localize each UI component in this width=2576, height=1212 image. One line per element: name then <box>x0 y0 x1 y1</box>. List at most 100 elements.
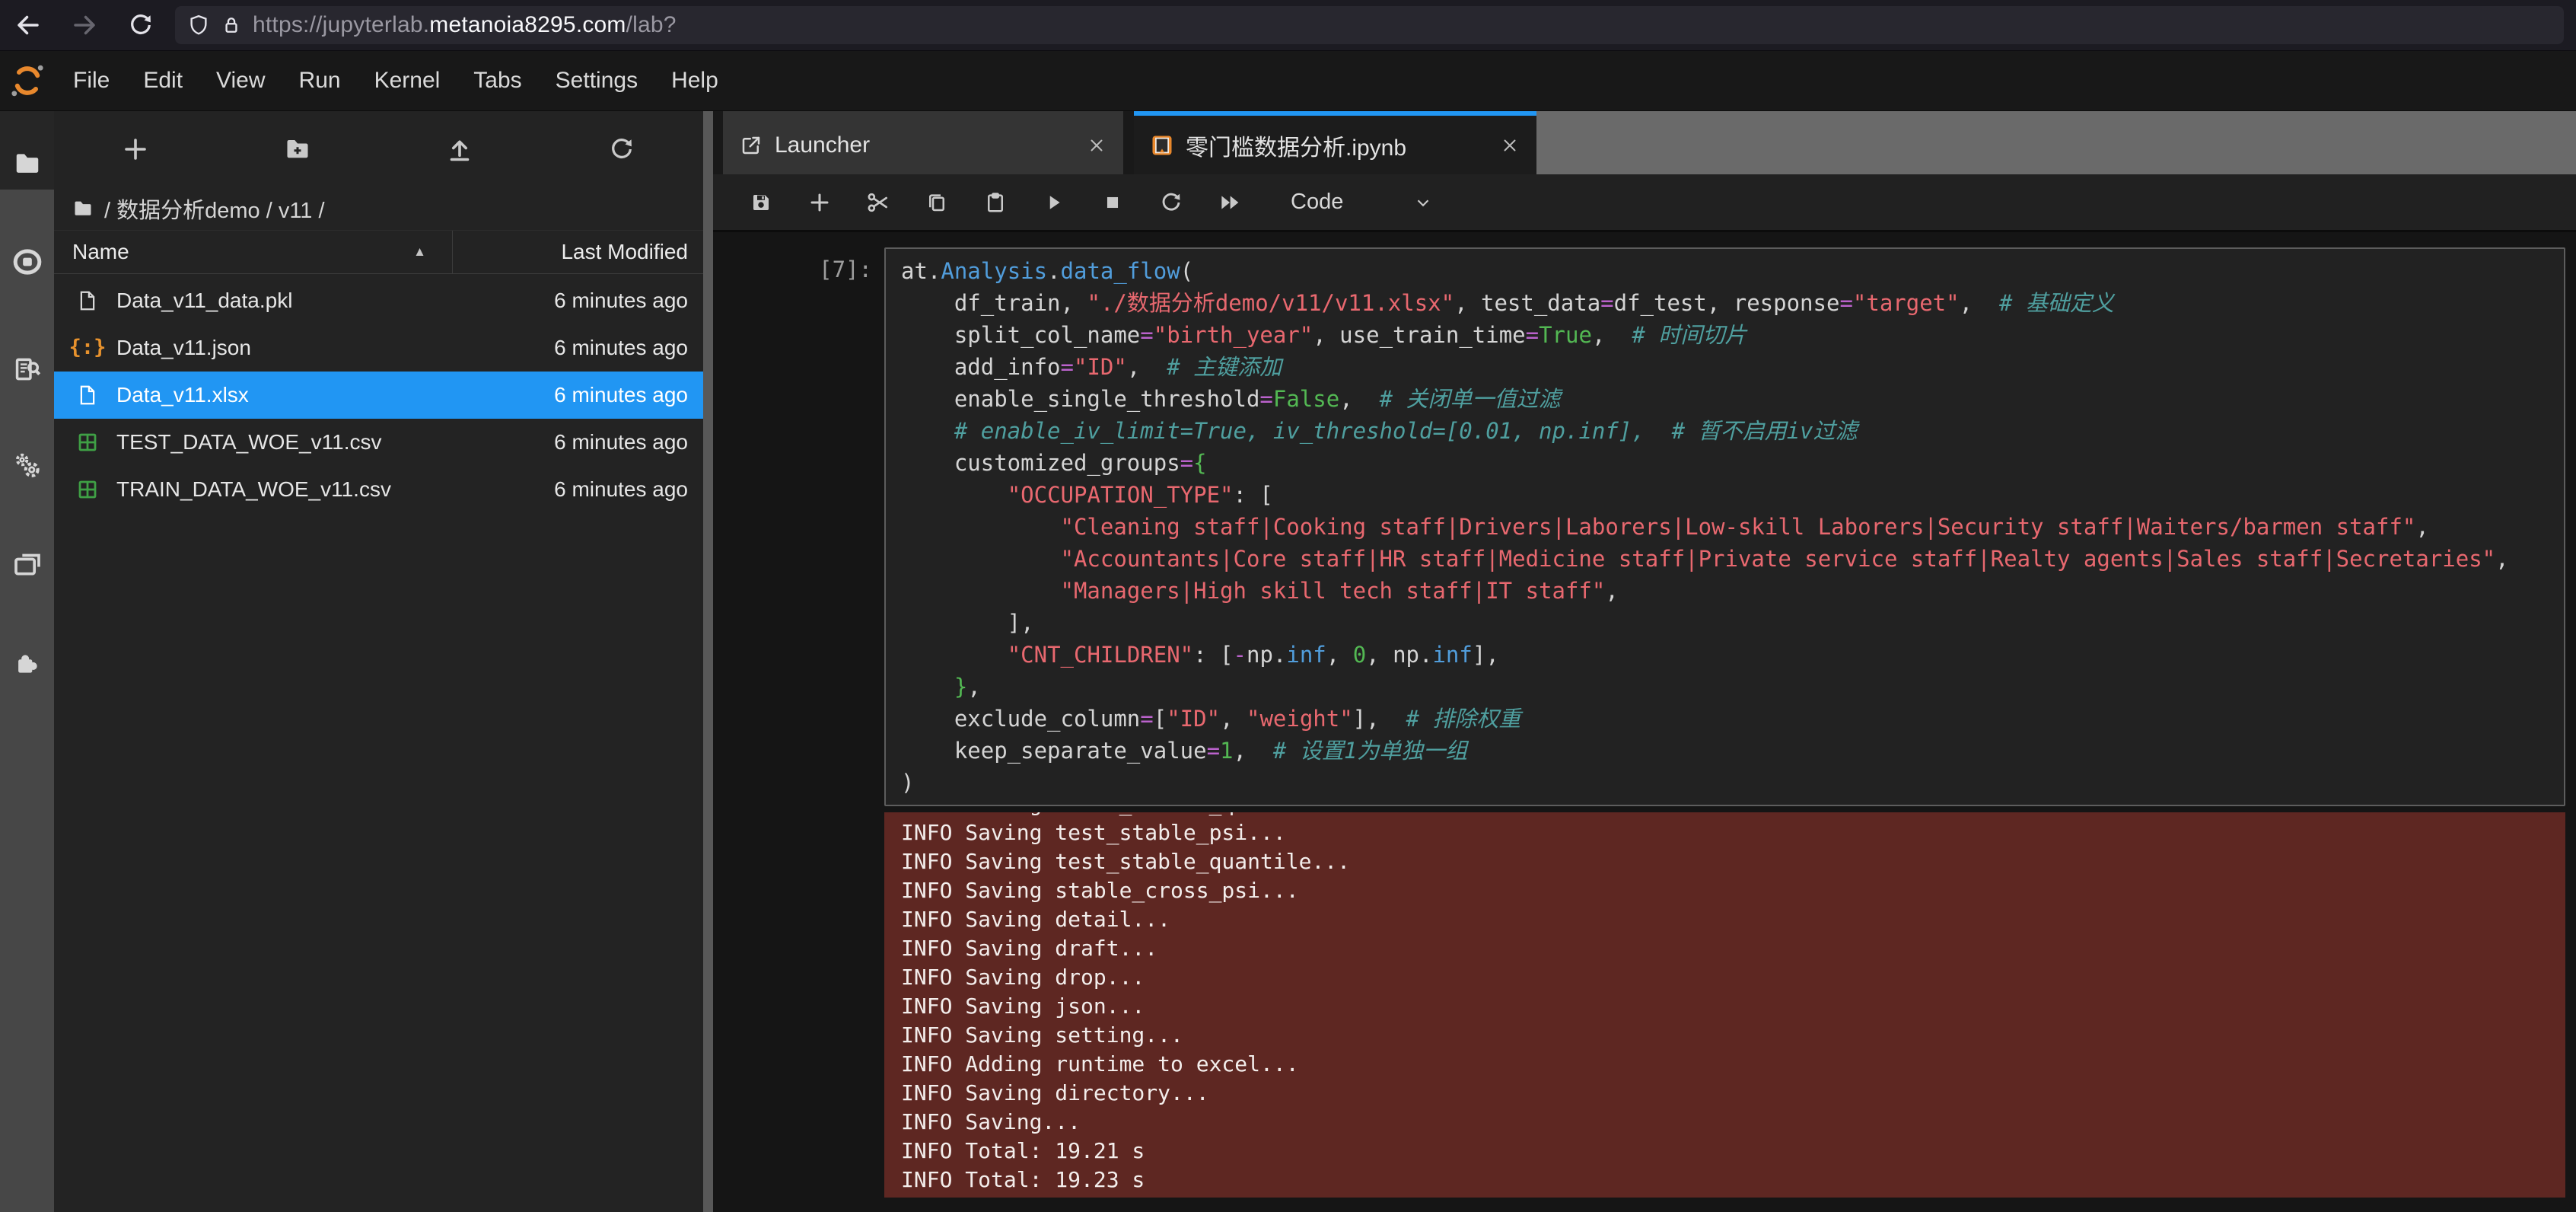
refresh-button[interactable] <box>541 136 703 162</box>
menu-kernel[interactable]: Kernel <box>358 51 457 110</box>
output-line: INFO Saving draft... <box>901 934 2565 963</box>
file-row[interactable]: TRAIN_DATA_WOE_v11.csv 6 minutes ago <box>54 466 703 513</box>
jupyterlab-menu-bar: FileEditViewRunKernelTabsSettingsHelp <box>0 51 2576 111</box>
file-name: Data_v11.json <box>116 336 251 360</box>
output-line: INFO Saving json... <box>901 992 2565 1021</box>
browser-back-button[interactable] <box>0 11 56 39</box>
file-file-icon <box>74 289 101 313</box>
file-row[interactable]: Data_v11.xlsx6 minutes ago <box>54 372 703 419</box>
reload-icon <box>128 12 154 38</box>
file-modified-time: 6 minutes ago <box>554 383 703 407</box>
code-line[interactable]: "Cleaning staff|Cooking staff|Drivers|La… <box>901 511 2564 543</box>
code-line[interactable]: }, <box>901 671 2564 703</box>
code-cell: [7]: at.Analysis.data_flow( df_train, ".… <box>713 247 2576 806</box>
notebook-scroll-area[interactable]: [7]: at.Analysis.data_flow( df_train, ".… <box>713 232 2576 1212</box>
breadcrumb[interactable]: / 数据分析demo / v11 / <box>54 187 703 230</box>
close-tab-icon[interactable] <box>1087 136 1107 155</box>
browser-forward-button[interactable] <box>56 11 113 39</box>
code-line[interactable]: ], <box>901 607 2564 639</box>
execution-prompt: [7]: <box>713 247 884 806</box>
sessions-window-icon[interactable] <box>12 550 43 580</box>
new-launcher-button[interactable] <box>54 136 216 163</box>
restart-kernel-button[interactable] <box>1142 191 1200 214</box>
activity-sidebar <box>0 111 54 1212</box>
code-line[interactable]: "OCCUPATION_TYPE": [ <box>901 479 2564 511</box>
menu-tabs[interactable]: Tabs <box>457 51 538 110</box>
output-line: INFO Saving detail... <box>901 905 2565 934</box>
tab-bar-filler <box>1536 111 2576 174</box>
menu-help[interactable]: Help <box>654 51 735 110</box>
panel-resize-handle[interactable] <box>703 111 713 1212</box>
file-modified-time: 6 minutes ago <box>554 289 703 313</box>
output-line: INFO Total: 19.23 s <box>901 1166 2565 1194</box>
save-button[interactable] <box>731 191 790 214</box>
run-button[interactable] <box>1024 192 1083 213</box>
shield-icon[interactable] <box>187 14 210 37</box>
file-browser-icon[interactable] <box>13 149 42 178</box>
upload-button[interactable] <box>379 136 541 163</box>
output-line: INFO Saving drop... <box>901 963 2565 992</box>
tab-launcher[interactable]: Launcher <box>723 111 1123 174</box>
app-logo-icon <box>9 62 46 99</box>
menu-settings[interactable]: Settings <box>539 51 654 110</box>
breadcrumb-path[interactable]: / 数据分析demo / v11 / <box>104 193 325 225</box>
file-name: Data_v11_data.pkl <box>116 289 292 313</box>
file-row[interactable]: TEST_DATA_WOE_v11.csv6 minutes ago <box>54 419 703 466</box>
new-folder-button[interactable] <box>216 136 378 163</box>
column-header-last-modified[interactable]: Last Modified <box>452 231 703 273</box>
code-line[interactable]: keep_separate_value=1, # 设置1为单独一组 <box>901 735 2564 767</box>
menu-edit[interactable]: Edit <box>126 51 199 110</box>
url-bar[interactable]: https://jupyterlab.metanoia8295.com/lab? <box>175 6 2564 44</box>
folder-icon[interactable] <box>72 198 94 219</box>
menu-view[interactable]: View <box>199 51 282 110</box>
code-editor[interactable]: at.Analysis.data_flow( df_train, "./数据分析… <box>884 247 2565 806</box>
chevron-down-icon <box>1413 193 1433 212</box>
property-inspector-icon[interactable] <box>13 355 42 384</box>
code-line[interactable]: ) <box>901 767 2564 799</box>
code-line[interactable]: # enable_iv_limit=True, iv_threshold=[0.… <box>901 415 2564 447</box>
tab-notebook[interactable]: 零门槛数据分析.ipynb <box>1134 111 1536 174</box>
refresh-icon <box>609 136 635 162</box>
code-line[interactable]: at.Analysis.data_flow( <box>901 255 2564 287</box>
notebook-toolbar: Code <box>713 174 2576 232</box>
paste-cells-button[interactable] <box>966 191 1024 214</box>
output-line-clipped: INFO Saving train_stable_quantile... <box>901 812 2565 818</box>
code-line[interactable]: "Managers|High skill tech staff|IT staff… <box>901 575 2564 607</box>
extension-manager-icon[interactable] <box>13 649 42 678</box>
cut-cells-button[interactable] <box>849 190 907 215</box>
file-row[interactable]: {:}Data_v11.json6 minutes ago <box>54 324 703 372</box>
forward-arrow-icon <box>71 11 98 39</box>
file-name: TEST_DATA_WOE_v11.csv <box>116 430 382 454</box>
launcher-icon <box>740 134 763 157</box>
stderr-output[interactable]: INFO Saving train_stable_quantile...INFO… <box>884 812 2565 1198</box>
csv-file-icon <box>74 478 101 501</box>
run-all-button[interactable] <box>1200 190 1259 215</box>
file-row[interactable]: Data_v11_data.pkl 6 minutes ago <box>54 277 703 324</box>
code-line[interactable]: "CNT_CHILDREN": [-np.inf, 0, np.inf], <box>901 639 2564 671</box>
code-line[interactable]: df_train, "./数据分析demo/v11/v11.xlsx", tes… <box>901 287 2564 319</box>
file-name: TRAIN_DATA_WOE_v11.csv <box>116 477 391 502</box>
cell-type-dropdown[interactable]: Code <box>1291 190 1433 215</box>
code-line[interactable]: split_col_name="birth_year", use_train_t… <box>901 319 2564 351</box>
column-header-name[interactable]: Name ▲ <box>54 231 452 273</box>
file-modified-time: 6 minutes ago <box>554 477 703 502</box>
output-line: INFO Saving directory... <box>901 1079 2565 1108</box>
menu-items: FileEditViewRunKernelTabsSettingsHelp <box>56 51 735 110</box>
close-tab-icon[interactable] <box>1500 136 1520 155</box>
sort-ascending-icon[interactable]: ▲ <box>413 244 426 260</box>
output-line: INFO Saving... <box>901 1108 2565 1137</box>
menu-file[interactable]: File <box>56 51 126 110</box>
settings-gears-icon[interactable] <box>13 451 42 480</box>
code-line[interactable]: customized_groups={ <box>901 447 2564 479</box>
code-line[interactable]: add_info="ID", # 主键添加 <box>901 351 2564 383</box>
output-line: INFO Saving test_stable_psi... <box>901 818 2565 847</box>
code-line[interactable]: enable_single_threshold=False, # 关闭单一值过滤 <box>901 383 2564 415</box>
menu-run[interactable]: Run <box>282 51 358 110</box>
browser-reload-button[interactable] <box>113 12 169 38</box>
copy-cells-button[interactable] <box>907 191 966 214</box>
stop-button[interactable] <box>1083 193 1142 212</box>
running-kernels-icon[interactable] <box>12 247 43 277</box>
code-line[interactable]: exclude_column=["ID", "weight"], # 排除权重 <box>901 703 2564 735</box>
add-cell-button[interactable] <box>790 191 849 214</box>
code-line[interactable]: "Accountants|Core staff|HR staff|Medicin… <box>901 543 2564 575</box>
